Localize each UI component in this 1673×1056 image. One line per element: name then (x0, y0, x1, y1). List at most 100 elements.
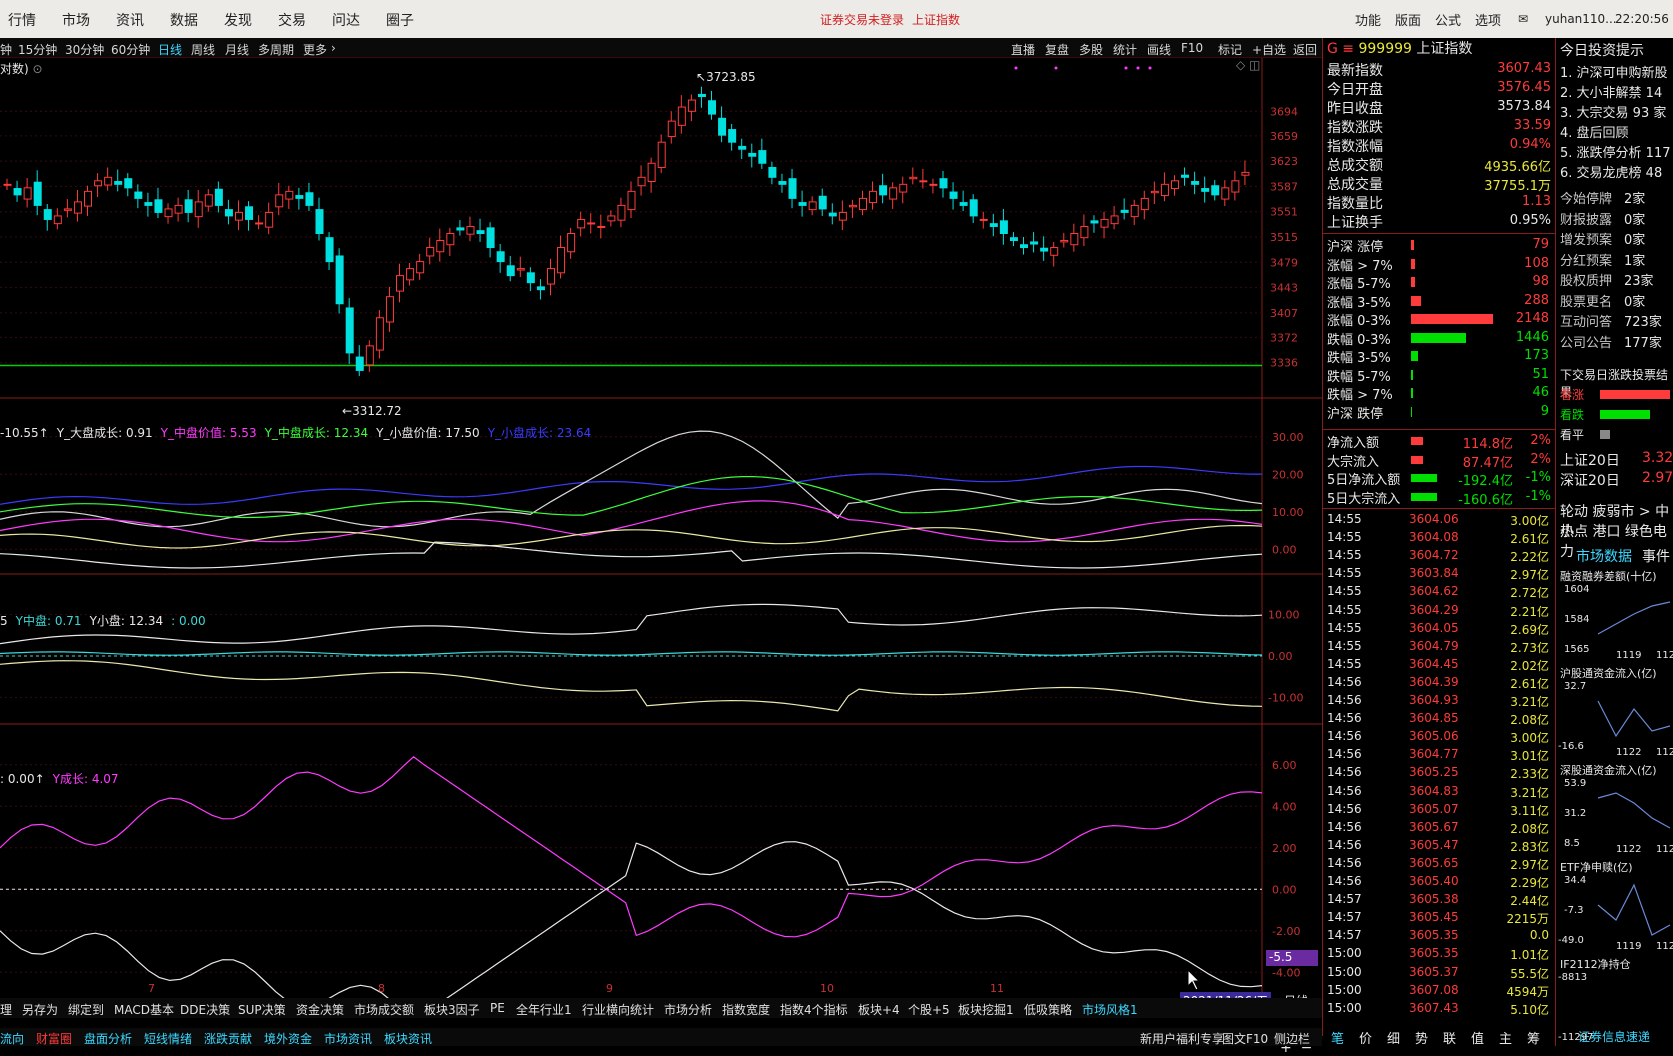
legend-item: -10.55↑ (0, 426, 49, 440)
tool-back[interactable]: 返回 (1293, 41, 1317, 58)
indicator-tab[interactable]: DDE决策 (180, 1001, 230, 1018)
period-monthly[interactable]: 月线 (225, 41, 249, 58)
menu-layout[interactable]: 版面 (1395, 10, 1421, 29)
panel3-tick-label: 0.00 (1268, 650, 1293, 663)
indicator-tab[interactable]: 另存为 (22, 1001, 58, 1018)
indicator-tab[interactable]: 板块3因子 (424, 1001, 480, 1018)
tip-item[interactable]: 5. 涨跌停分析 117 (1560, 142, 1670, 161)
candle (255, 222, 264, 225)
indicator-tab[interactable]: SUP决策 (238, 1001, 286, 1018)
right-tab[interactable]: 值 (1471, 1028, 1484, 1047)
tip-item[interactable]: 4. 盘后回顾 (1560, 122, 1629, 141)
indicator-tab[interactable]: 资金决策 (296, 1001, 344, 1018)
period-60m[interactable]: 60分钟 (111, 41, 150, 58)
high-marker-label: ↖3723.85 (696, 70, 756, 84)
menu-function[interactable]: 功能 (1355, 10, 1381, 29)
bottom-nav-item[interactable]: 盘面分析 (84, 1030, 132, 1047)
period-30m[interactable]: 30分钟 (65, 41, 104, 58)
tab-market-data[interactable]: 市场数据 (1576, 546, 1632, 566)
candle (798, 202, 807, 206)
indicator-tab[interactable]: 板块+4 (858, 1001, 900, 1018)
bottom-nav-item[interactable]: 境外资金 (264, 1030, 312, 1047)
menu-item-trade[interactable]: 交易 (278, 10, 306, 30)
indicator-tab[interactable]: 板块挖掘1 (958, 1001, 1014, 1018)
bottom-right-link[interactable]: 侧边栏 (1274, 1030, 1310, 1047)
tool-live[interactable]: 直播 (1011, 41, 1035, 58)
indicator-tab[interactable]: MACD基本 (114, 1001, 174, 1018)
bottom-nav-item[interactable]: 流向 (0, 1030, 24, 1047)
candle (33, 181, 42, 206)
tip-item[interactable]: 1. 沪深可申购新股 (1560, 62, 1668, 81)
login-warning[interactable]: 证券交易未登录 (820, 11, 904, 28)
bottom-nav-item[interactable]: 板块资讯 (384, 1030, 432, 1047)
right-tab[interactable]: 联 (1443, 1028, 1456, 1047)
bottom-nav-item[interactable]: 短线情绪 (144, 1030, 192, 1047)
period-daily[interactable]: 日线 (158, 41, 182, 58)
username[interactable]: yuhan110... (1545, 12, 1617, 26)
tick-price: 3604.39 (1409, 674, 1459, 689)
bottom-nav-item[interactable]: 财富圈 (36, 1030, 72, 1047)
tool-add-watch[interactable]: +自选 (1252, 41, 1286, 58)
indicator-tab[interactable]: 指数宽度 (722, 1001, 770, 1018)
tip-item[interactable]: 2. 大小非解禁 14 (1560, 82, 1662, 101)
scale-mode-label[interactable]: 对数) ⊙ (0, 60, 43, 77)
menu-formula[interactable]: 公式 (1435, 10, 1461, 29)
indicator-tab[interactable]: 市场成交额 (354, 1001, 414, 1018)
indicator-tab[interactable]: 市场分析 (664, 1001, 712, 1018)
menu-options[interactable]: 选项 (1475, 10, 1501, 29)
tab-events[interactable]: 事件 (1642, 546, 1670, 566)
right-tab[interactable]: 笔 (1331, 1028, 1344, 1047)
indicator-tab[interactable]: 个股+5 (908, 1001, 950, 1018)
candle (13, 188, 22, 196)
tick-time: 14:56 (1327, 837, 1362, 852)
indicator-tab[interactable]: 指数4个指标 (780, 1001, 848, 1018)
indicator-tab[interactable]: 全年行业1 (516, 1001, 572, 1018)
tick-time: 14:55 (1327, 512, 1362, 526)
menu-item-market[interactable]: 行情 (8, 10, 36, 30)
bottom-nav-item[interactable]: 市场资讯 (324, 1030, 372, 1047)
tool-f10[interactable]: F10 (1181, 41, 1203, 55)
bottom-nav-item[interactable]: 涨跌贡献 (204, 1030, 252, 1047)
period-more[interactable]: 更多 (303, 41, 327, 58)
indicator-tab[interactable]: 低吸策略 (1024, 1001, 1072, 1018)
menu-item-data[interactable]: 数据 (170, 10, 198, 30)
tool-replay[interactable]: 复盘 (1045, 41, 1069, 58)
tick-volume: 2.61亿 (1510, 676, 1549, 691)
tick-time: 14:55 (1327, 530, 1362, 545)
menu-item-discover[interactable]: 发现 (224, 10, 252, 30)
indicator-tab[interactable]: 理 (0, 1001, 12, 1018)
period-15m[interactable]: 15分钟 (18, 41, 57, 58)
menu-item-ask[interactable]: 问达 (332, 10, 360, 30)
tool-mark[interactable]: 标记 (1218, 41, 1242, 58)
bottom-right-link[interactable]: 图文F10 (1222, 1030, 1268, 1047)
indicator-tab[interactable]: 绑定到 (68, 1001, 104, 1018)
tool-stats[interactable]: 统计 (1113, 41, 1137, 58)
tool-multi-stock[interactable]: 多股 (1079, 41, 1103, 58)
candle (224, 209, 233, 217)
panel-settings-icon[interactable]: ◇ ◫ (1236, 58, 1260, 72)
right-tab[interactable]: 主 (1499, 1028, 1512, 1047)
tip-item[interactable]: 6. 交易龙虎榜 48 (1560, 162, 1662, 181)
panel4-legend: : 0.00↑ Y成长: 4.07 (0, 770, 127, 787)
tip-item[interactable]: 3. 大宗交易 93 家 (1560, 102, 1666, 121)
tool-draw[interactable]: 画线 (1147, 41, 1171, 58)
chart-area[interactable]: 3694 3659 3623 3587 3551 3515 3479 3443 3407 3372… (0, 58, 1322, 1056)
period-min[interactable]: 钟 (0, 41, 12, 58)
mail-icon[interactable]: ✉ (1518, 12, 1528, 26)
right-tab[interactable]: 价 (1359, 1028, 1372, 1047)
indicator-tab[interactable]: 市场风格1 (1082, 1001, 1138, 1018)
menu-item-circle[interactable]: 圈子 (386, 10, 414, 30)
right-tab[interactable]: 细 (1387, 1028, 1400, 1047)
bottom-right-link[interactable]: 新用户福利专享 (1140, 1030, 1224, 1047)
period-weekly[interactable]: 周线 (191, 41, 215, 58)
event-marker (1136, 66, 1140, 70)
indicator-tab[interactable]: 行业横向统计 (582, 1001, 654, 1018)
dist-value: 46 (1532, 385, 1549, 400)
period-multi[interactable]: 多周期 (258, 41, 294, 58)
indicator-tab[interactable]: PE (490, 1001, 505, 1015)
menu-item-shichang[interactable]: 市场 (62, 10, 90, 30)
right-tab[interactable]: 势 (1415, 1028, 1428, 1047)
quote-value: 3607.43 (1497, 61, 1551, 76)
right-tab[interactable]: 筹 (1527, 1028, 1540, 1047)
menu-item-news[interactable]: 资讯 (116, 10, 144, 30)
